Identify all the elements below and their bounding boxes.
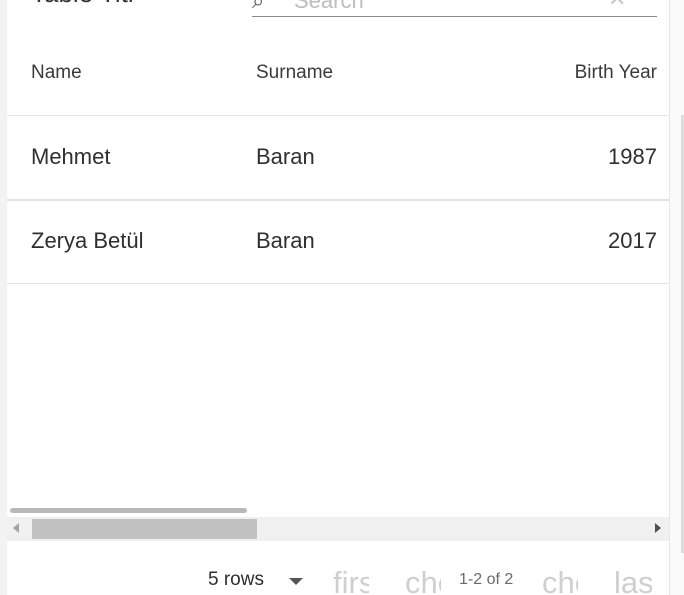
cell-name: Zerya Betül	[31, 228, 144, 253]
scroll-right-arrow-icon[interactable]	[655, 523, 661, 533]
clear-icon[interactable]: ✕	[608, 0, 626, 12]
pagination-footer: 5 rows first_page chevron_left 1-2 of 2 …	[7, 541, 669, 595]
page-left-edge	[0, 0, 7, 595]
search-field[interactable]: ⌕ ✕	[252, 0, 657, 17]
table-row[interactable]: Mehmet Baran 1987	[7, 116, 669, 201]
dropdown-caret-icon[interactable]	[289, 578, 303, 585]
search-icon: ⌕	[252, 0, 264, 13]
rows-per-page-select[interactable]: 5 rows	[208, 569, 264, 591]
search-input[interactable]	[292, 0, 596, 16]
table-row[interactable]: Zerya Betül Baran 2017	[7, 200, 669, 284]
cell-birth-year: 2017	[608, 228, 657, 253]
table-header-row: Name Surname Birth Year	[7, 32, 669, 116]
cell-surname: Baran	[256, 228, 315, 253]
cell-name: Mehmet	[31, 144, 111, 169]
previous-page-button[interactable]: chevron_left	[405, 565, 441, 595]
last-page-button[interactable]: last_page	[614, 565, 652, 595]
next-page-button[interactable]: chevron_right	[542, 565, 578, 595]
material-table-card: Table Titl ⌕ ✕ Name Surname Birth Year M…	[7, 0, 670, 595]
cell-surname: Baran	[256, 144, 315, 169]
scroll-left-arrow-icon[interactable]	[13, 523, 19, 533]
pagination-range: 1-2 of 2	[459, 571, 514, 588]
column-header-name[interactable]: Name	[31, 62, 82, 84]
column-header-birth-year[interactable]: Birth Year	[575, 62, 657, 84]
horizontal-scrollbar[interactable]	[7, 517, 669, 541]
table-title: Table Titl	[31, 0, 134, 9]
first-page-button[interactable]: first_page	[333, 565, 369, 595]
column-header-surname[interactable]: Surname	[256, 62, 333, 84]
table-scroll-indicator[interactable]	[10, 508, 247, 513]
horizontal-scrollbar-thumb[interactable]	[32, 519, 257, 539]
cell-birth-year: 1987	[608, 144, 657, 169]
